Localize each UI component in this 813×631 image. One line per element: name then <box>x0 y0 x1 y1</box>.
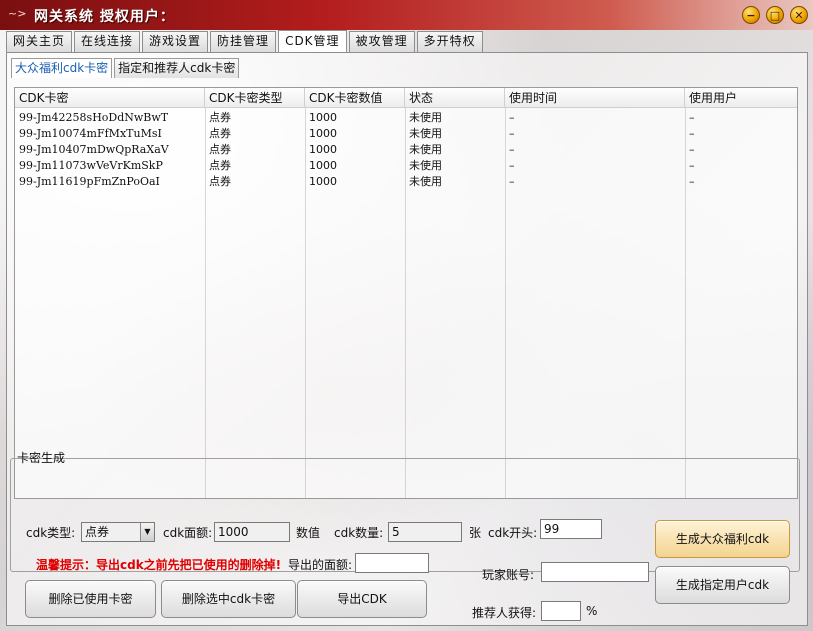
tab-cdk-management[interactable]: CDK管理 <box>278 30 347 52</box>
cdk-amount-input[interactable]: 1000 <box>214 522 290 542</box>
player-account-input[interactable] <box>541 562 649 582</box>
export-amount-label: 导出的面额: <box>288 558 353 572</box>
cell-value: 1000 <box>309 143 337 156</box>
cdk-count-input[interactable]: 5 <box>388 522 462 542</box>
cell-use-time: – <box>509 143 515 156</box>
cell-status: 未使用 <box>409 159 442 172</box>
cell-use-user: – <box>689 175 695 188</box>
export-amount-input[interactable] <box>355 553 429 573</box>
referrer-reward-label: 推荐人获得: <box>472 606 537 620</box>
tab-gateway-home[interactable]: 网关主页 <box>6 31 73 52</box>
table-row[interactable]: 99-Jm10407mDwQpRaXaV 点券 1000 未使用 – – <box>15 142 797 158</box>
app-logo-icon: ~> <box>8 7 27 20</box>
cdk-prefix-input[interactable]: 99 <box>540 519 602 539</box>
cell-cdk: 99-Jm11073wVeVrKmSkP <box>19 159 163 172</box>
cell-value: 1000 <box>309 127 337 140</box>
cell-type: 点券 <box>209 143 231 156</box>
cdk-type-value: 点券 <box>85 525 110 539</box>
cell-use-time: – <box>509 159 515 172</box>
window-title: 网关系统 授权用户： <box>34 9 175 25</box>
column-header-cdk[interactable]: CDK卡密 <box>15 88 205 108</box>
cell-cdk: 99-Jm11619pFmZnPoOaI <box>19 175 160 188</box>
cell-use-user: – <box>689 143 695 156</box>
maximize-button[interactable]: □ <box>766 6 784 24</box>
generate-public-cdk-button[interactable]: 生成大众福利cdk <box>655 520 790 558</box>
amount-unit-label: 数值 <box>296 526 321 540</box>
percent-label: % <box>586 604 598 618</box>
title-bar[interactable]: ~> 网关系统 授权用户： − □ ✕ <box>0 0 813 30</box>
export-cdk-button[interactable]: 导出CDK <box>297 580 427 618</box>
cell-status: 未使用 <box>409 127 442 140</box>
cell-status: 未使用 <box>409 111 442 124</box>
cell-use-user: – <box>689 111 695 124</box>
main-tab-bar: 网关主页 在线连接 游戏设置 防挂管理 CDK管理 被攻管理 多开特权 <box>6 30 485 52</box>
cell-cdk: 99-Jm10407mDwQpRaXaV <box>19 143 169 156</box>
table-row[interactable]: 99-Jm11073wVeVrKmSkP 点券 1000 未使用 – – <box>15 158 797 174</box>
cell-value: 1000 <box>309 159 337 172</box>
cdk-type-select[interactable]: 点券 ▼ <box>81 522 155 542</box>
cell-use-user: – <box>689 127 695 140</box>
cell-use-time: – <box>509 175 515 188</box>
cell-status: 未使用 <box>409 143 442 156</box>
count-unit-label: 张 <box>469 526 482 540</box>
tab-referral-cdk[interactable]: 指定和推荐人cdk卡密 <box>114 58 240 78</box>
minimize-icon: − <box>746 8 756 22</box>
player-account-label: 玩家账号: <box>482 568 535 582</box>
export-warning-text: 温馨提示：导出cdk之前先把已使用的删除掉! <box>36 558 282 572</box>
tab-game-settings[interactable]: 游戏设置 <box>142 31 209 52</box>
cell-value: 1000 <box>309 175 337 188</box>
table-row[interactable]: 99-Jm42258sHoDdNwBwT 点券 1000 未使用 – – <box>15 110 797 126</box>
cdk-list-view[interactable]: CDK卡密 CDK卡密类型 CDK卡密数值 状态 使用时间 使用用户 99-Jm… <box>14 87 798 499</box>
column-header-status[interactable]: 状态 <box>405 88 505 108</box>
tab-anti-cheat[interactable]: 防挂管理 <box>210 31 277 52</box>
delete-selected-cdk-button[interactable]: 删除选中cdk卡密 <box>161 580 296 618</box>
chevron-down-icon[interactable]: ▼ <box>140 523 154 541</box>
maximize-icon: □ <box>769 8 781 22</box>
tab-online-connections[interactable]: 在线连接 <box>74 31 141 52</box>
cell-type: 点券 <box>209 175 231 188</box>
cell-value: 1000 <box>309 111 337 124</box>
cell-type: 点券 <box>209 159 231 172</box>
tab-multi-open-privilege[interactable]: 多开特权 <box>416 31 483 52</box>
delete-used-cdk-button[interactable]: 删除已使用卡密 <box>25 580 156 618</box>
table-row[interactable]: 99-Jm10074mFfMxTuMsI 点券 1000 未使用 – – <box>15 126 797 142</box>
cdk-prefix-label: cdk开头: <box>488 526 538 540</box>
column-header-use-user[interactable]: 使用用户 <box>685 88 797 108</box>
cell-cdk: 99-Jm42258sHoDdNwBwT <box>19 111 169 124</box>
cdk-amount-label: cdk面额: <box>163 526 213 540</box>
sub-tab-bar: 大众福利cdk卡密 指定和推荐人cdk卡密 <box>11 58 241 78</box>
generate-user-cdk-button[interactable]: 生成指定用户cdk <box>655 566 790 604</box>
tab-attack-management[interactable]: 被攻管理 <box>348 31 415 52</box>
referrer-reward-input[interactable] <box>541 601 581 621</box>
cell-use-time: – <box>509 111 515 124</box>
cdk-type-label: cdk类型: <box>26 526 76 540</box>
close-button[interactable]: ✕ <box>790 6 808 24</box>
cell-use-user: – <box>689 159 695 172</box>
cell-cdk: 99-Jm10074mFfMxTuMsI <box>19 127 162 140</box>
list-header: CDK卡密 CDK卡密类型 CDK卡密数值 状态 使用时间 使用用户 <box>15 88 797 108</box>
tab-public-cdk[interactable]: 大众福利cdk卡密 <box>11 58 113 78</box>
column-header-cdk-type[interactable]: CDK卡密类型 <box>205 88 305 108</box>
cell-status: 未使用 <box>409 175 442 188</box>
table-row[interactable]: 99-Jm11619pFmZnPoOaI 点券 1000 未使用 – – <box>15 174 797 190</box>
cdk-count-label: cdk数量: <box>334 526 384 540</box>
cell-type: 点券 <box>209 111 231 124</box>
cell-use-time: – <box>509 127 515 140</box>
column-header-use-time[interactable]: 使用时间 <box>505 88 685 108</box>
cdk-generation-title: 卡密生成 <box>17 451 66 465</box>
cell-type: 点券 <box>209 127 231 140</box>
close-icon: ✕ <box>794 8 804 22</box>
minimize-button[interactable]: − <box>742 6 760 24</box>
column-header-cdk-value[interactable]: CDK卡密数值 <box>305 88 405 108</box>
